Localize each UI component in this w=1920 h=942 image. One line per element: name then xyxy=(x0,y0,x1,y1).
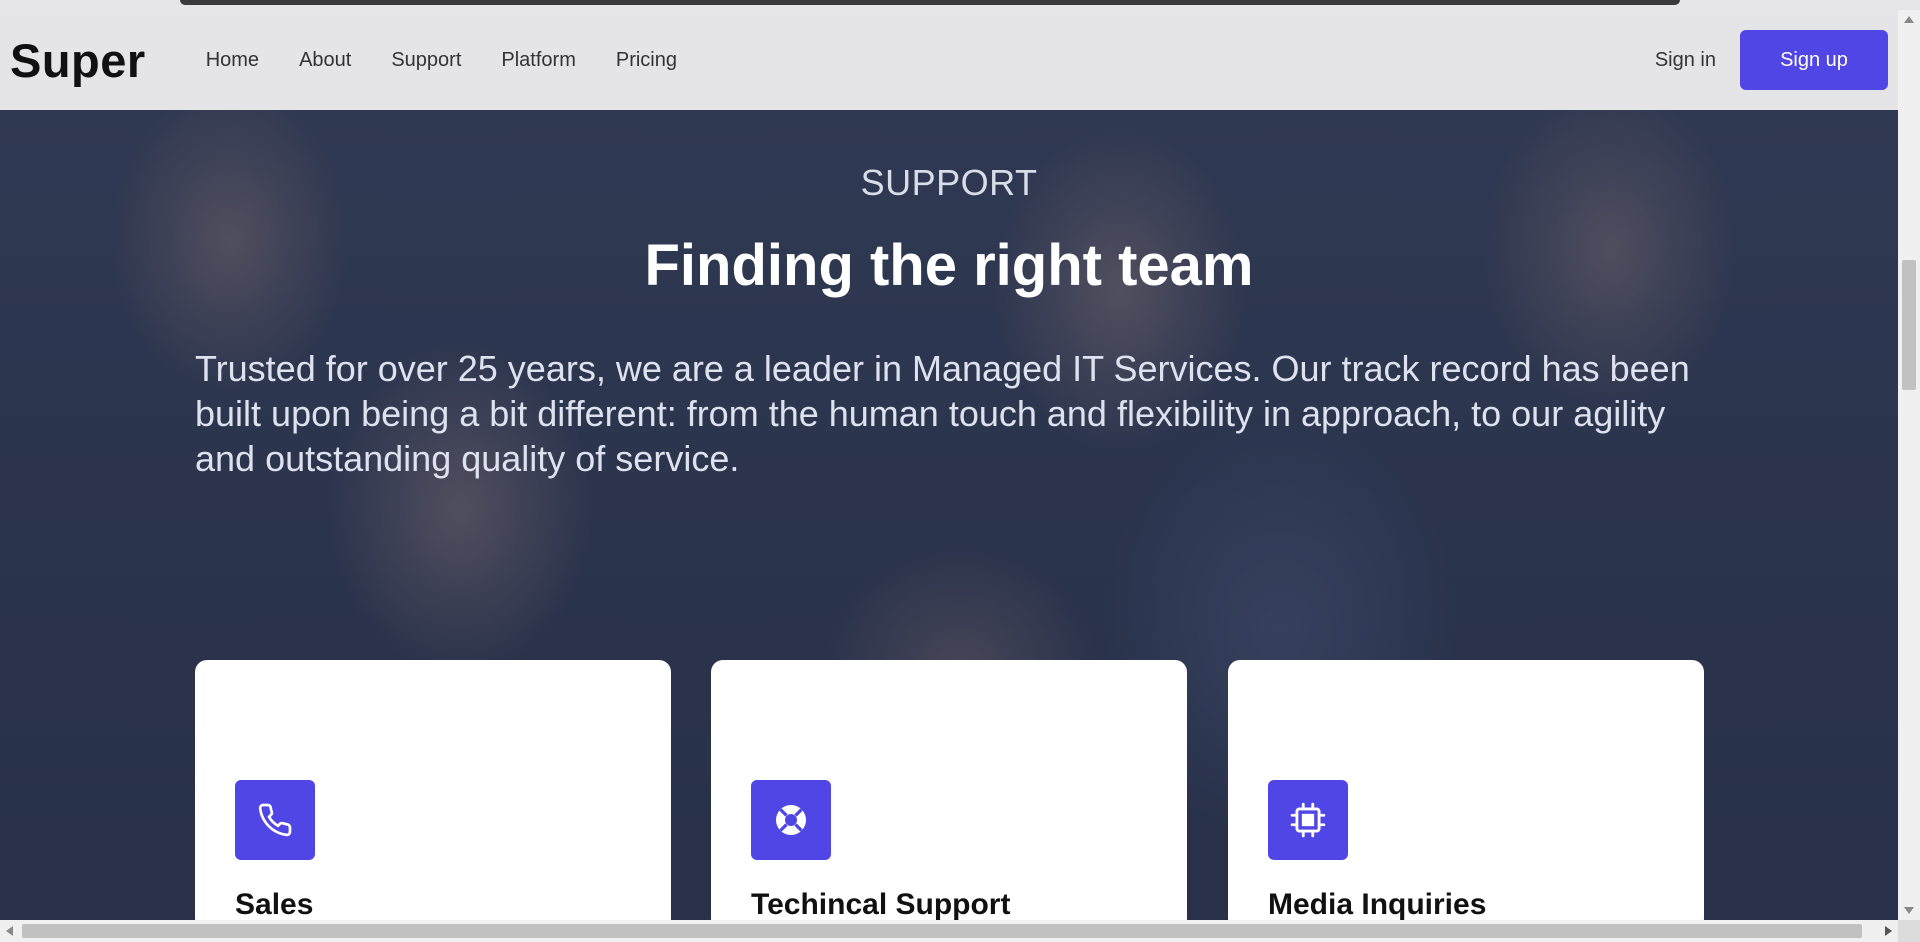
nav-link-platform[interactable]: Platform xyxy=(481,49,595,72)
hero-title: Finding the right team xyxy=(644,233,1254,298)
nav-link-about[interactable]: About xyxy=(279,49,371,72)
chip-icon xyxy=(1268,780,1348,860)
card-title: Media Inquiries xyxy=(1268,888,1487,920)
nav-links: Home About Support Platform Pricing xyxy=(186,49,697,72)
horizontal-scrollbar[interactable] xyxy=(0,920,1898,942)
lifebuoy-icon xyxy=(751,780,831,860)
hero-section: SUPPORT Finding the right team Trusted f… xyxy=(0,110,1898,920)
vertical-scroll-thumb[interactable] xyxy=(1902,260,1916,390)
hero-eyebrow: SUPPORT xyxy=(860,162,1038,203)
scroll-down-icon[interactable] xyxy=(1904,907,1914,914)
horizontal-scroll-thumb[interactable] xyxy=(22,924,1862,938)
browser-top-strip xyxy=(0,0,1920,10)
nav-link-pricing[interactable]: Pricing xyxy=(596,49,697,72)
card-title: Sales xyxy=(235,888,314,920)
card-media-inquiries: Media Inquiries xyxy=(1228,660,1704,920)
card-technical-support: Techincal Support xyxy=(711,660,1187,920)
site-logo[interactable]: Super xyxy=(10,33,146,88)
hero-description: Trusted for over 25 years, we are a lead… xyxy=(195,348,1690,479)
navbar: Super Home About Support Platform Pricin… xyxy=(0,10,1898,110)
phone-icon xyxy=(235,780,315,860)
scrollbar-corner xyxy=(1898,920,1920,942)
nav-link-support[interactable]: Support xyxy=(371,49,481,72)
browser-top-edge xyxy=(180,0,1680,5)
scroll-up-icon[interactable] xyxy=(1904,16,1914,23)
vertical-scrollbar[interactable] xyxy=(1898,10,1920,920)
scroll-left-icon[interactable] xyxy=(6,926,13,936)
nav-link-home[interactable]: Home xyxy=(186,49,279,72)
card-title: Techincal Support xyxy=(751,888,1011,920)
sign-in-link[interactable]: Sign in xyxy=(1655,49,1716,72)
scroll-right-icon[interactable] xyxy=(1885,926,1892,936)
card-sales: Sales xyxy=(195,660,671,920)
sign-up-button[interactable]: Sign up xyxy=(1740,30,1888,90)
